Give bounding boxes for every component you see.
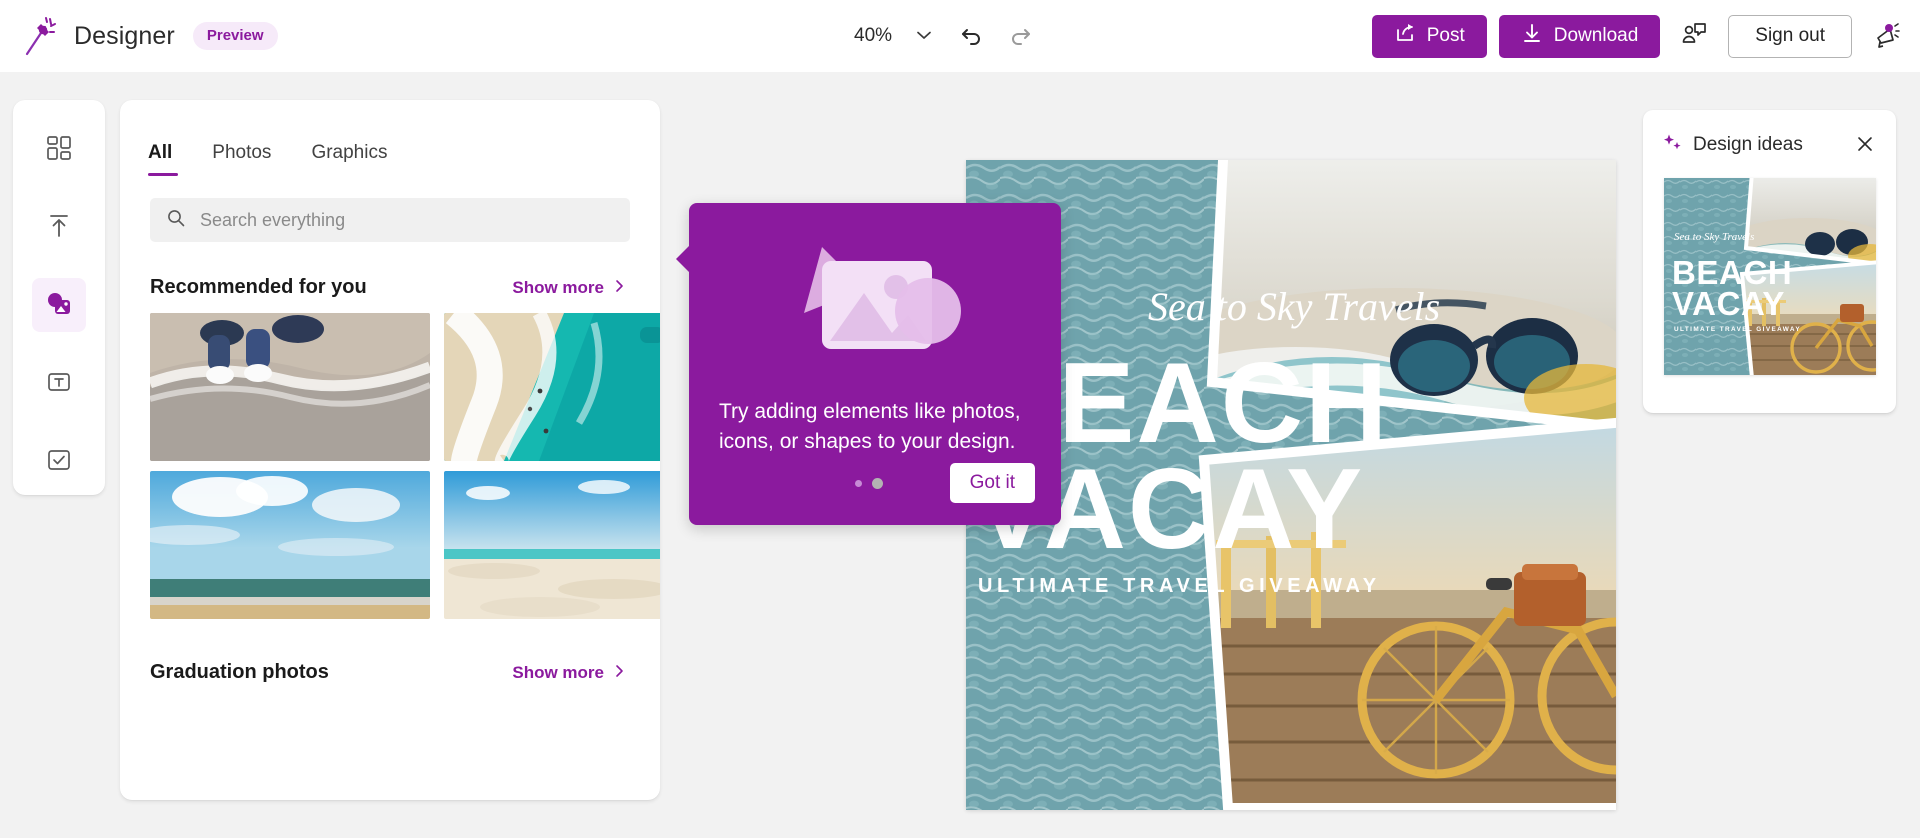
search-icon: [166, 208, 186, 233]
grid-layout-icon: [45, 134, 73, 165]
download-button[interactable]: Download: [1498, 14, 1661, 58]
show-more-label: Show more: [512, 663, 604, 682]
zoom-dropdown-button[interactable]: [902, 14, 946, 58]
canvas-subline: ULTIMATE TRAVEL GIVEAWAY: [978, 575, 1381, 597]
design-ideas-title: Design ideas: [1693, 134, 1803, 155]
sparkles-icon: [1663, 133, 1683, 158]
magic-wand-icon: [20, 15, 60, 57]
download-arrow-icon: [1521, 22, 1543, 50]
sidebar-item-text[interactable]: [32, 356, 86, 410]
zoom-level: 40%: [854, 25, 893, 46]
undo-icon: [959, 22, 985, 51]
tab-all[interactable]: All: [148, 142, 179, 176]
section-header-recommended: Recommended for you Show more: [120, 242, 660, 299]
text-t-icon: [45, 368, 73, 399]
feedback-person-chat-icon: [1679, 20, 1709, 53]
search-input[interactable]: [198, 208, 614, 232]
list-item[interactable]: [150, 313, 430, 461]
design-ideas-header: Design ideas: [1643, 110, 1896, 160]
list-item[interactable]: [444, 313, 660, 461]
shapes-and-photo-illustration: [689, 203, 1061, 379]
thumbnail-headline-line2: VACAY: [1672, 285, 1785, 322]
sidebar-item-templates[interactable]: [32, 122, 86, 176]
section-title: Recommended for you: [150, 276, 367, 298]
redo-icon: [1007, 22, 1033, 51]
section-header-graduation: Graduation photos Show more: [120, 619, 660, 684]
announcements-button[interactable]: [1864, 14, 1908, 58]
feedback-button[interactable]: [1672, 14, 1716, 58]
top-toolbar: Designer Preview 40% Post Download Sign …: [0, 0, 1920, 72]
checkbox-check-icon: [45, 446, 73, 477]
recommended-thumb-grid: [120, 299, 660, 619]
show-more-label: Show more: [512, 278, 604, 297]
share-icon: [1394, 22, 1416, 50]
account-actions: Post Download Sign out: [1371, 0, 1908, 72]
design-canvas[interactable]: Sea to Sky Travels BEACH VACAY ULTIMATE …: [966, 160, 1616, 810]
assets-panel: All Photos Graphics Recommended for you …: [120, 100, 660, 800]
redo-button[interactable]: [998, 14, 1042, 58]
sidebar-item-media[interactable]: [32, 278, 86, 332]
preview-badge: Preview: [192, 22, 278, 50]
media-photos-icon: [44, 289, 74, 322]
close-design-ideas-button[interactable]: [1850, 130, 1880, 160]
teaching-callout: Try adding elements like photos, icons, …: [676, 203, 1061, 525]
show-more-graduation[interactable]: Show more: [506, 662, 632, 684]
close-icon: [1856, 135, 1874, 156]
sign-out-button[interactable]: Sign out: [1728, 14, 1852, 58]
undo-button[interactable]: [950, 14, 994, 58]
design-idea-thumbnail[interactable]: Sea to Sky Travels BEACH VACAY ULTIMATE …: [1663, 178, 1876, 375]
list-item[interactable]: [150, 471, 430, 619]
upload-arrow-icon: [45, 212, 73, 243]
sidebar-item-checklist[interactable]: [32, 434, 86, 488]
canvas-script-line: Sea to Sky Travels: [1148, 284, 1440, 329]
callout-beak: [676, 245, 690, 273]
app-title: Designer: [74, 21, 175, 50]
callout-footer: Got it: [689, 463, 1061, 503]
tool-rail: [13, 100, 105, 495]
pagination-dot[interactable]: [855, 479, 862, 487]
post-button-label: Post: [1426, 25, 1465, 46]
panel-tabs: All Photos Graphics: [120, 100, 660, 176]
chevron-right-icon: [612, 663, 626, 683]
chevron-down-icon: [914, 25, 934, 48]
download-button-label: Download: [1553, 25, 1639, 46]
design-ideas-panel: Design ideas Sea to Sky Travels BEACH VA…: [1643, 110, 1896, 413]
section-title: Graduation photos: [150, 661, 329, 683]
megaphone-icon: [1871, 20, 1901, 53]
canvas-controls: 40%: [848, 0, 1042, 72]
thumbnail-subline: ULTIMATE TRAVEL GIVEAWAY: [1674, 326, 1801, 333]
got-it-button[interactable]: Got it: [949, 463, 1035, 503]
chevron-right-icon: [612, 278, 626, 298]
search-box[interactable]: [150, 198, 630, 242]
tab-graphics[interactable]: Graphics: [311, 142, 387, 176]
callout-pagination: [855, 477, 883, 489]
thumbnail-script-line: Sea to Sky Travels: [1674, 231, 1754, 243]
tab-photos[interactable]: Photos: [212, 142, 271, 176]
show-more-recommended[interactable]: Show more: [506, 277, 632, 299]
sidebar-item-upload[interactable]: [32, 200, 86, 254]
pagination-dot[interactable]: [872, 477, 883, 489]
brand: Designer Preview: [0, 15, 278, 57]
callout-body: Try adding elements like photos, icons, …: [719, 400, 1021, 453]
post-button[interactable]: Post: [1371, 14, 1487, 58]
list-item[interactable]: [444, 471, 660, 619]
